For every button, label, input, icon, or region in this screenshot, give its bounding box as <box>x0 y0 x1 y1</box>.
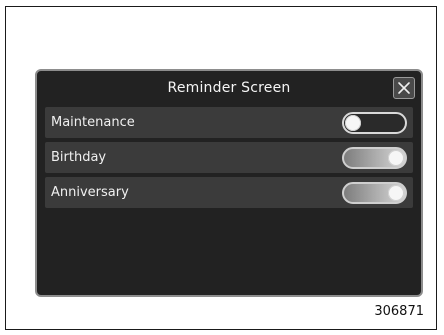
title-bar: Reminder Screen <box>37 71 421 105</box>
figure-frame: Reminder Screen Maintenance Birthday Ann… <box>5 6 437 330</box>
maintenance-toggle[interactable] <box>342 111 407 134</box>
dialog-title: Reminder Screen <box>167 80 291 96</box>
reminder-row-maintenance: Maintenance <box>45 107 413 138</box>
anniversary-toggle[interactable] <box>342 181 407 204</box>
close-icon <box>398 82 410 94</box>
reminder-row-birthday: Birthday <box>45 142 413 173</box>
figure-id: 306871 <box>374 304 424 319</box>
toggle-knob <box>345 114 361 131</box>
reminder-label-birthday: Birthday <box>51 150 107 165</box>
reminder-label-maintenance: Maintenance <box>51 115 135 130</box>
birthday-toggle[interactable] <box>342 146 407 169</box>
reminder-label-anniversary: Anniversary <box>51 185 129 200</box>
reminder-row-anniversary: Anniversary <box>45 177 413 208</box>
toggle-knob <box>388 184 404 201</box>
toggle-knob <box>388 149 404 166</box>
reminder-screen-dialog: Reminder Screen Maintenance Birthday Ann… <box>35 69 423 297</box>
reminder-list: Maintenance Birthday Anniversary <box>45 107 413 212</box>
close-button[interactable] <box>393 77 415 99</box>
